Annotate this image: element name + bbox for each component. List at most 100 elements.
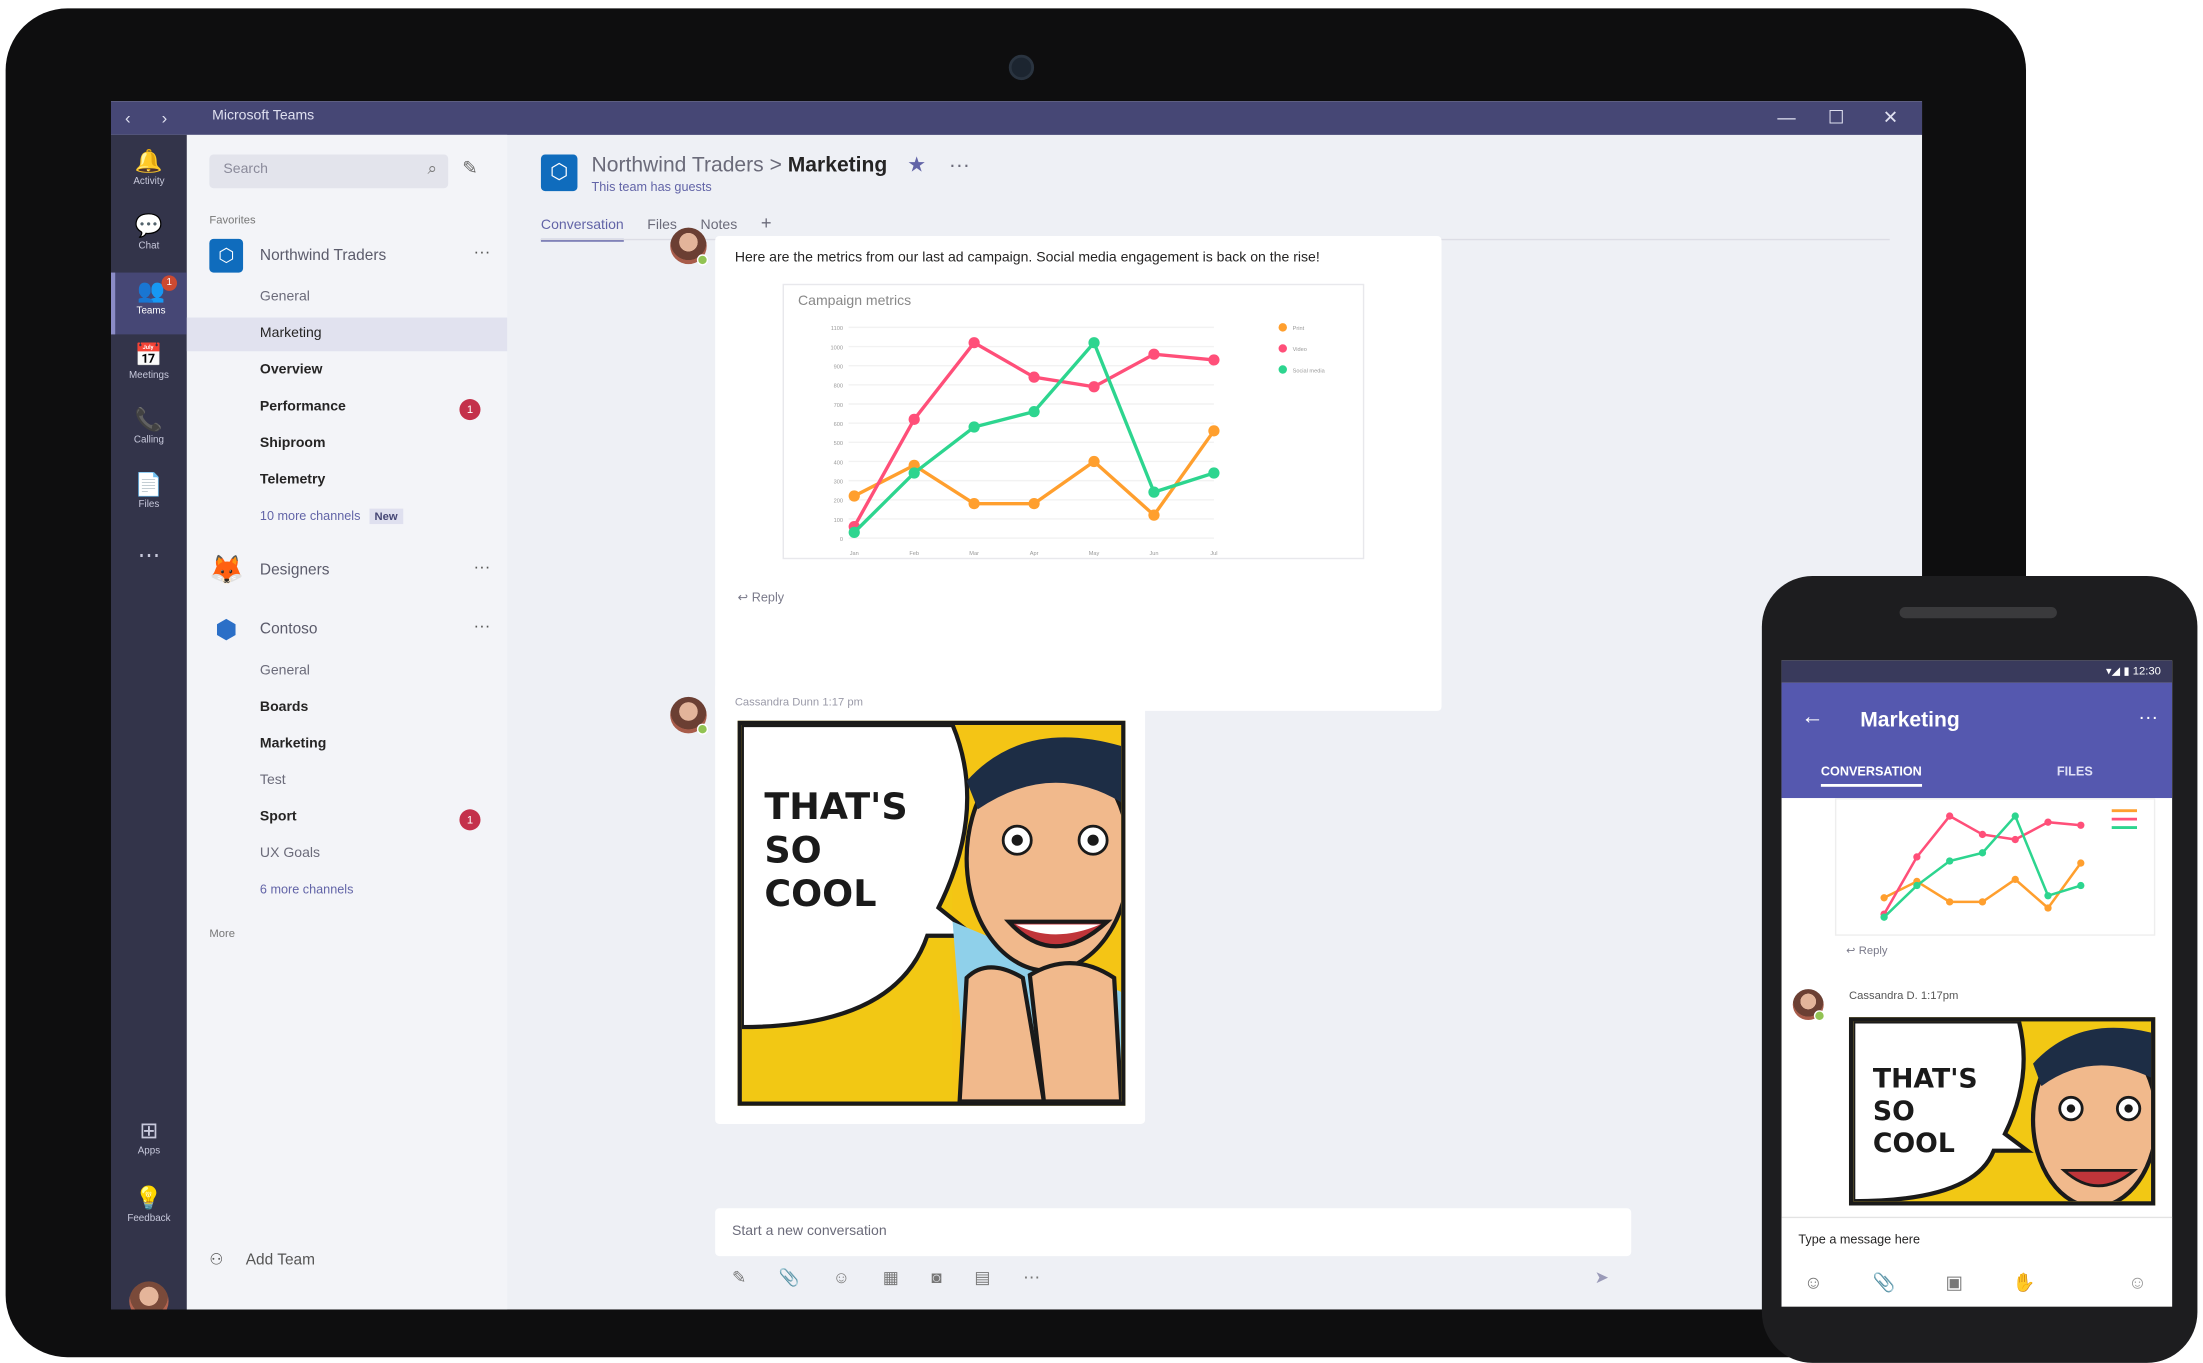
y-tick-label: 800 [834, 384, 843, 390]
campaign-chart: Campaign metrics 0 100 200 300 400 500 600 700 80… [798, 292, 1326, 557]
data-point [1978, 830, 1987, 839]
team-designers[interactable]: 🦊 Designers ··· [209, 553, 490, 591]
channel-general[interactable]: General [260, 289, 310, 304]
minimize-icon[interactable]: — [1777, 107, 1795, 128]
presence-indicator [696, 723, 709, 735]
add-team-button[interactable]: ⚇ Add Team [209, 1250, 315, 1269]
channel-test[interactable]: Test [260, 773, 286, 788]
rail-teams[interactable]: 👥 Teams 1 [110, 272, 187, 335]
phone-title: Marketing [1860, 708, 1960, 733]
more-label: More [209, 927, 235, 940]
data-point [1208, 467, 1220, 479]
comic-image[interactable]: THAT'S SO COOL [737, 720, 1126, 1106]
phone-compose-toolbar[interactable]: ☺ 📎 ▣ ✋ [1804, 1272, 2058, 1294]
x-tick-label: Apr [1030, 551, 1039, 557]
search-icon: ⌕ [427, 158, 437, 179]
tab-files[interactable]: FILES [2057, 764, 2093, 778]
channel-performance[interactable]: Performance [260, 399, 346, 414]
data-point [1913, 881, 1921, 890]
rail-files[interactable]: 📄 Files [111, 466, 187, 528]
compose-input[interactable]: Start a new conversation [715, 1208, 1632, 1257]
rail-feedback[interactable]: 💡 Feedback [111, 1180, 187, 1242]
team-northwind[interactable]: ⬡ Northwind Traders ··· [209, 238, 490, 276]
reply-button[interactable]: ↩ Reply [738, 590, 784, 605]
user-avatar[interactable] [129, 1281, 169, 1310]
comic-image[interactable]: THAT'S SO COOL [1848, 1017, 2156, 1206]
y-tick-label: 400 [834, 460, 843, 466]
back-arrow-icon[interactable]: ← [1801, 705, 1823, 730]
y-tick-label: 100 [834, 518, 843, 524]
avatar[interactable] [670, 696, 709, 735]
breadcrumb: Northwind Traders > Marketing ★ ··· [592, 152, 970, 177]
channel-ux-goals[interactable]: UX Goals [260, 846, 320, 861]
reply-button[interactable]: ↩ Reply [1846, 944, 1887, 957]
unread-badge: 1 [459, 399, 481, 421]
data-point [1913, 853, 1921, 861]
reply-icon: ↩ [737, 590, 752, 605]
notification-badge: 1 [161, 275, 178, 291]
data-point [1946, 812, 1954, 820]
channel-general[interactable]: General [260, 663, 310, 678]
forward-arrow-icon[interactable]: › [162, 108, 168, 128]
channel-boards[interactable]: Boards [260, 700, 308, 715]
star-icon[interactable]: ★ [907, 153, 926, 177]
rail-label: Activity [133, 177, 165, 187]
rail-label: Chat [138, 241, 160, 252]
data-point [968, 337, 980, 349]
send-icon[interactable]: ➤ [1595, 1267, 1609, 1287]
channel-marketing[interactable]: Marketing [260, 736, 326, 751]
rail-chat[interactable]: 💬 Chat [111, 208, 187, 270]
more-channels-link[interactable]: 6 more channels [260, 882, 353, 896]
data-point [2011, 835, 2019, 844]
legend-swatch [1278, 344, 1287, 353]
maximize-icon[interactable]: ☐ [1828, 107, 1844, 129]
channel-overview[interactable]: Overview [260, 362, 323, 377]
search-input[interactable]: Search ⌕ [209, 154, 449, 189]
data-point [848, 526, 860, 538]
phone-device: ▾◢ ▮ 12:30 ← Marketing ··· CONVERSATION … [1761, 576, 2198, 1363]
more-options-icon[interactable]: ··· [473, 556, 490, 576]
channel-marketing[interactable]: Marketing [260, 326, 322, 341]
title-bar: ‹ › Microsoft Teams — ☐ ✕ [110, 101, 1923, 135]
tab-conversation[interactable]: CONVERSATION [1820, 764, 1922, 787]
add-tab-button[interactable]: + [761, 212, 772, 239]
compose-toolbar[interactable]: ✎ 📎 ☺ ▦ ◙ ▤ ⋯ [732, 1267, 1054, 1287]
guests-notice: This team has guests [591, 179, 712, 194]
rail-meetings[interactable]: 📅 Meetings [111, 337, 187, 399]
avatar[interactable] [670, 227, 709, 266]
avatar[interactable] [1792, 989, 1826, 1022]
rail-activity[interactable]: 🔔 Activity [111, 143, 187, 205]
phone-post: Cassandra D. 1:17pm THAT'S SO COOL [1834, 977, 2161, 1231]
channel-telemetry[interactable]: Telemetry [260, 472, 325, 487]
more-options-icon[interactable]: ··· [473, 615, 490, 635]
fox-icon: 🦊 [209, 553, 245, 588]
presence-indicator [1813, 1010, 1826, 1022]
close-icon[interactable]: ✕ [1883, 107, 1898, 129]
rail-apps[interactable]: ⊞ Apps [111, 1113, 187, 1175]
post-text: Here are the metrics from our last ad ca… [734, 250, 1320, 266]
rail-more[interactable]: ⋯ [111, 537, 187, 599]
back-arrow-icon[interactable]: ‹ [125, 108, 131, 128]
data-point [1028, 406, 1040, 418]
channel-sport[interactable]: Sport [260, 809, 297, 824]
emoji-icon[interactable]: ☺ [2128, 1272, 2147, 1293]
message-input[interactable]: Type a message here [1798, 1232, 1920, 1246]
data-point [1880, 894, 1888, 902]
breadcrumb-team[interactable]: Northwind Traders [592, 153, 764, 177]
rail-calling[interactable]: 📞 Calling [111, 402, 187, 464]
team-contoso[interactable]: ⬢ Contoso ··· [209, 612, 490, 650]
channel-tabs: Conversation Files Notes + [540, 212, 791, 242]
more-options-icon[interactable]: ··· [473, 242, 490, 262]
compose-icon[interactable]: ✎ [462, 157, 477, 179]
rail-label: Meetings [128, 370, 169, 381]
data-point [1088, 381, 1100, 393]
data-point [1148, 486, 1160, 498]
chat-icon: 💬 [134, 214, 163, 239]
more-options-icon[interactable]: ··· [949, 153, 970, 177]
data-point [908, 467, 920, 479]
channel-shiproom[interactable]: Shiproom [260, 436, 326, 451]
y-tick-label: 500 [834, 441, 843, 447]
more-channels-link[interactable]: 10 more channels New [260, 508, 404, 525]
more-options-icon[interactable]: ··· [2138, 705, 2158, 727]
y-tick-label: 0 [840, 537, 843, 543]
